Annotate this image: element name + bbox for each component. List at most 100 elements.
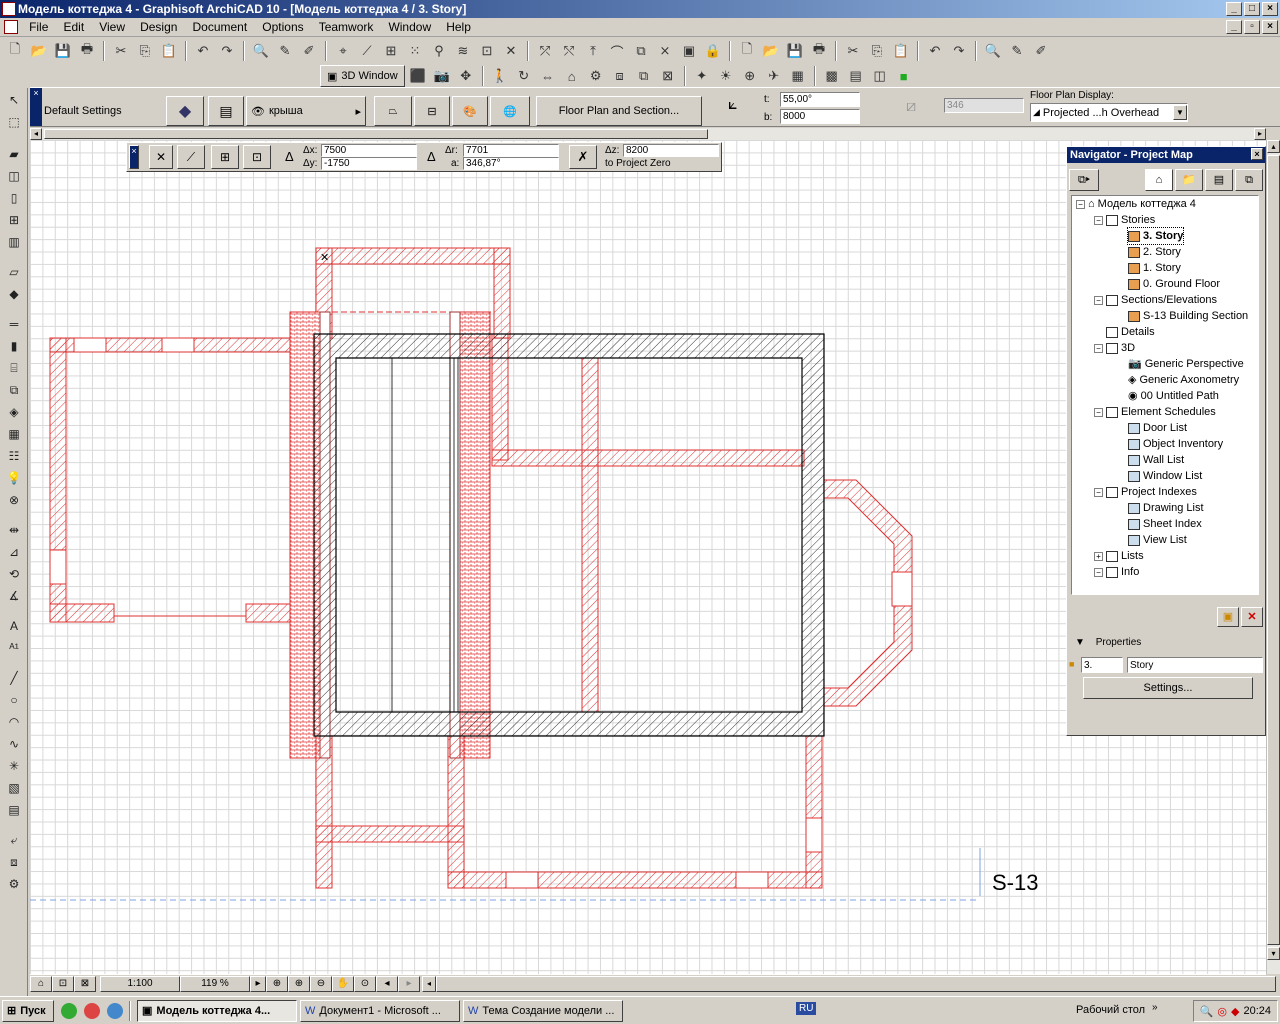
zone-tool-icon[interactable]: ▦ <box>3 424 25 444</box>
dr-field[interactable] <box>463 144 559 157</box>
trim-icon[interactable]: ⊟ <box>414 96 450 126</box>
hscroll-left-icon[interactable]: ◂ <box>422 975 436 992</box>
preview-icon[interactable]: ⊠ <box>74 975 96 992</box>
snap-icon[interactable]: ⌖ <box>332 40 354 62</box>
object-tool-icon[interactable]: ⊞ <box>3 210 25 230</box>
zoom-in-2-icon[interactable]: ⊕ <box>288 975 310 992</box>
search-icon[interactable]: 🔍 <box>1200 1005 1214 1018</box>
new-icon-2[interactable]: 🗋 <box>736 40 758 62</box>
spline-tool-icon[interactable]: ∿ <box>3 734 25 754</box>
3d-window-button[interactable]: ▣ 3D Window <box>320 65 405 87</box>
menu-design[interactable]: Design <box>134 18 183 37</box>
syringe-icon-2[interactable]: ✐ <box>1030 40 1052 62</box>
rel-cursor-icon[interactable]: ⟋ <box>177 145 205 169</box>
save-icon-2[interactable]: 💾 <box>784 40 806 62</box>
menu-help[interactable]: Help <box>440 18 477 37</box>
zoom-out-icon[interactable]: ⊖ <box>310 975 332 992</box>
fill-pattern-icon[interactable]: ▤ <box>208 96 244 126</box>
syringe-icon[interactable]: ✐ <box>298 40 320 62</box>
doc-restore-button[interactable]: ▫ <box>1244 20 1260 34</box>
roof-tool-icon-box[interactable]: ◆ <box>3 284 25 304</box>
fit-window-icon[interactable]: ⊙ <box>354 975 376 992</box>
project-map-icon[interactable]: ⌂ <box>1145 169 1173 191</box>
pan-icon[interactable]: ✋ <box>332 975 354 992</box>
scroll-down-icon[interactable]: ▾ <box>1267 947 1280 960</box>
line-tool-icon[interactable]: ╱ <box>3 668 25 688</box>
fillet-icon[interactable]: ⌒ <box>606 40 628 62</box>
document-icon[interactable] <box>4 20 18 34</box>
eyedropper-icon-2[interactable]: ✎ <box>1006 40 1028 62</box>
new-folder-icon[interactable]: ▣ <box>1217 607 1239 627</box>
copy-icon[interactable]: ⎘ <box>134 40 156 62</box>
infobox-handle[interactable]: × <box>30 88 42 126</box>
zoom-menu-icon[interactable]: ▸ <box>250 975 266 992</box>
dy-field[interactable] <box>321 157 417 170</box>
tree-story-0[interactable]: 0. Ground Floor <box>1128 276 1220 292</box>
zoom-display[interactable]: 119 % <box>180 975 250 992</box>
close-coord-icon[interactable]: ✕ <box>149 145 173 169</box>
prop-name-field[interactable] <box>1127 657 1263 673</box>
menu-file[interactable]: File <box>23 18 54 37</box>
zoom-3d-icon[interactable]: ⊕ <box>739 65 761 87</box>
elevation-tool-icon[interactable]: ⧈ <box>3 852 25 872</box>
render-icon[interactable]: ✦ <box>691 65 713 87</box>
home-view-icon[interactable]: ⌂ <box>30 975 52 992</box>
dx-field[interactable] <box>321 144 417 157</box>
navigator-title-bar[interactable]: Navigator - Project Map × <box>1067 147 1265 163</box>
tree-wall-list[interactable]: Wall List <box>1128 452 1184 468</box>
arc-tool-icon[interactable]: ◠ <box>3 712 25 732</box>
sun-study-icon[interactable]: ■ <box>893 65 915 87</box>
maximize-button[interactable]: □ <box>1244 2 1260 16</box>
language-indicator[interactable]: RU <box>796 1002 817 1015</box>
layer-icon[interactable]: ≋ <box>452 40 474 62</box>
antivirus-icon[interactable]: ◆ <box>1231 1005 1239 1018</box>
redo-icon[interactable]: ↷ <box>216 40 238 62</box>
floor-plan-display-select[interactable]: ◢ Projected ...h Overhead ▼ <box>1030 103 1188 122</box>
shadow-icon[interactable]: ☀ <box>715 65 737 87</box>
material-icon[interactable]: 🎨 <box>452 96 488 126</box>
fly-icon[interactable]: ✈ <box>763 65 785 87</box>
story-icon[interactable]: ⧉ <box>633 65 655 87</box>
tree-untitled-path[interactable]: ◉ 00 Untitled Path <box>1128 388 1219 404</box>
beam-tool-icon[interactable]: ═ <box>3 314 25 334</box>
level-dim-tool-icon[interactable]: ⊿ <box>3 542 25 562</box>
undo-icon[interactable]: ↶ <box>192 40 214 62</box>
zoom-fit-icon[interactable]: ⊡ <box>52 975 74 992</box>
tree-info[interactable]: − Info <box>1094 564 1139 580</box>
section-tool-icon[interactable]: ⤶ <box>3 830 25 850</box>
tree-view-list[interactable]: View List <box>1128 532 1187 548</box>
menu-document[interactable]: Document <box>187 18 254 37</box>
home-icon[interactable]: ⌂ <box>561 65 583 87</box>
print-icon[interactable]: 🖶 <box>76 40 98 62</box>
tree-schedules[interactable]: − Element Schedules <box>1094 404 1216 420</box>
elevate-icon[interactable]: ⤒ <box>582 40 604 62</box>
tree-story-3[interactable]: 3. Story <box>1126 227 1185 245</box>
scroll-right-icon[interactable]: ▸ <box>1254 128 1266 140</box>
paste-icon-2[interactable]: 📋 <box>890 40 912 62</box>
slab-tool-icon[interactable]: ▱ <box>3 262 25 282</box>
minimize-button[interactable]: _ <box>1226 2 1242 16</box>
adjust-icon[interactable]: ⤲ <box>558 40 580 62</box>
wall-tool-icon[interactable]: ▰ <box>3 144 25 164</box>
print-icon-2[interactable]: 🖶 <box>808 40 830 62</box>
quicklaunch-icon-2[interactable] <box>84 1002 100 1019</box>
drawing-tool-icon[interactable]: ▤ <box>3 800 25 820</box>
radial-dim-tool-icon[interactable]: ⟲ <box>3 564 25 584</box>
view-map-icon[interactable]: 📁 <box>1175 169 1203 191</box>
delete-icon[interactable]: ✕ <box>1241 607 1263 627</box>
cross-icon[interactable]: ✕ <box>500 40 522 62</box>
vr-icon[interactable]: ◫ <box>869 65 891 87</box>
tree-sections[interactable]: − Sections/Elevations <box>1094 292 1217 308</box>
scale-display[interactable]: 1:100 <box>100 975 180 992</box>
railing-tool-icon[interactable]: ☷ <box>3 446 25 466</box>
tree-sheet-index[interactable]: Sheet Index <box>1128 516 1202 532</box>
grid-snap-icon-box[interactable]: ⊞ <box>211 145 239 169</box>
coord-handle[interactable]: × <box>129 145 139 169</box>
taskbar-word[interactable]: W Документ1 - Microsoft ... <box>300 999 460 1022</box>
explore-icon[interactable]: ⚙ <box>585 65 607 87</box>
b-field[interactable] <box>780 109 860 124</box>
previous-zoom-icon[interactable]: ◂ <box>376 975 398 992</box>
tree-stories[interactable]: − Stories <box>1094 212 1155 228</box>
photo-icon[interactable]: ▩ <box>821 65 843 87</box>
navigator-menu-icon[interactable]: ⧉▸ <box>1069 169 1099 191</box>
